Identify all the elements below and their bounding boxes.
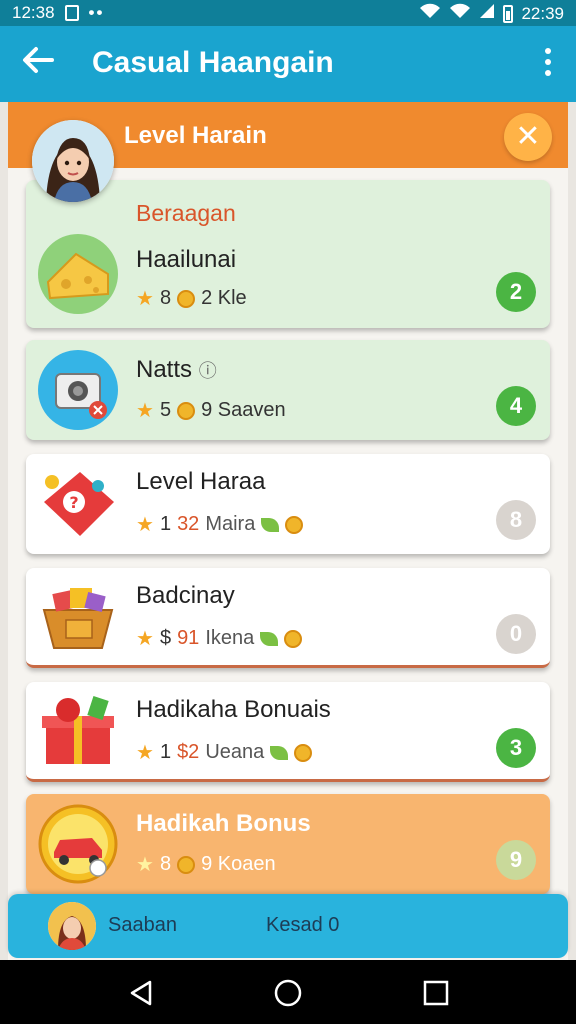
coin-icon [285, 515, 304, 534]
item-meta: ★ 1 $2 Ueana [136, 740, 313, 765]
main-content: Level Harain ✕ Beraagan Haailunai ★ 8 2 … [0, 102, 576, 960]
signal-icon [479, 3, 495, 24]
notification-icon [64, 5, 79, 21]
close-icon: ✕ [515, 120, 541, 153]
cheese-icon [36, 232, 120, 316]
leaf-icon [270, 745, 289, 760]
item-name: Badcinay [136, 582, 235, 609]
panel-title: Level Harain [124, 122, 267, 149]
coin-icon [177, 289, 196, 308]
item-meta: ★ 8 2 Kle [136, 287, 247, 310]
item-name: Natts ⓘ [136, 356, 217, 383]
star-icon: ★ [136, 854, 154, 876]
list-item[interactable]: ? Level Haraa ★ 1 32 Maira 8 [26, 454, 550, 554]
coin-icon [294, 743, 313, 762]
item-name: Hadikaha Bonuais [136, 696, 331, 723]
avatar [32, 120, 114, 202]
coin-icon [284, 629, 303, 648]
gift-box-icon [36, 688, 120, 772]
coin-icon [177, 401, 196, 420]
list-item[interactable]: Hadikaha Bonuais ★ 1 $2 Ueana 3 [26, 682, 550, 782]
count-badge: 9 [496, 840, 536, 880]
camera-icon [36, 348, 120, 432]
item-meta: ★ 1 32 Maira [136, 512, 304, 537]
nav-home-icon[interactable] [273, 978, 303, 1008]
app-bar: Casual Haangain [0, 26, 576, 102]
item-subtitle: Beraagan [136, 200, 236, 226]
wifi-icon [419, 3, 441, 24]
car-coin-icon [36, 802, 120, 886]
item-meta: ★ $ 91 Ikena [136, 626, 303, 651]
wifi-icon-2 [449, 3, 471, 24]
count-badge: 2 [496, 272, 536, 312]
count-badge: 8 [496, 500, 536, 540]
item-name: Hadikah Bonus [136, 810, 311, 837]
bottom-label-left[interactable]: Saaban [108, 914, 177, 937]
count-badge: 0 [496, 614, 536, 654]
star-icon: ★ [136, 288, 154, 310]
item-name: Haailunai [136, 246, 237, 273]
coin-icon [177, 855, 196, 874]
star-icon: ★ [136, 742, 154, 764]
leaf-icon [261, 517, 280, 532]
close-button[interactable]: ✕ [504, 113, 552, 161]
leaf-icon [260, 631, 279, 646]
bottom-bar: Saaban Kesad 0 [8, 894, 568, 958]
status-time-right: 22:39 [521, 3, 564, 23]
star-icon: ★ [136, 628, 154, 650]
gift-card-icon: ? [36, 462, 120, 546]
count-badge: 4 [496, 386, 536, 426]
level-panel: Level Harain ✕ Beraagan Haailunai ★ 8 2 … [8, 102, 568, 960]
status-time-left: 12:38 [12, 3, 55, 22]
battery-icon [503, 4, 514, 23]
nav-back-icon[interactable] [126, 978, 156, 1008]
star-icon: ★ [136, 514, 154, 536]
nav-recents-icon[interactable] [421, 978, 451, 1008]
bottom-label-right[interactable]: Kesad 0 [266, 914, 339, 937]
list-item[interactable]: Badcinay ★ $ 91 Ikena 0 [26, 568, 550, 668]
back-arrow-icon[interactable] [18, 42, 58, 82]
item-name: Level Haraa [136, 468, 266, 495]
count-badge: 3 [496, 728, 536, 768]
app-title: Casual Haangain [92, 46, 334, 79]
user-avatar[interactable] [48, 902, 96, 950]
star-icon: ★ [136, 400, 154, 422]
more-vert-icon[interactable] [536, 48, 560, 76]
status-bar: 12:38 •• 22:39 [0, 0, 576, 26]
list-item[interactable]: Beraagan Haailunai ★ 8 2 Kle 2 [26, 180, 550, 328]
svg-text:?: ? [69, 493, 78, 512]
treasure-basket-icon [36, 574, 120, 658]
more-notifications-icon: •• [88, 3, 105, 22]
list-item[interactable]: Hadikah Bonus ★ 8 9 Koaen 9 [26, 794, 550, 894]
info-icon: ⓘ [198, 361, 217, 381]
item-meta: ★ 5 9 Saaven [136, 399, 286, 422]
system-nav-bar [0, 960, 576, 1024]
list-item[interactable]: Natts ⓘ ★ 5 9 Saaven 4 [26, 340, 550, 440]
item-meta: ★ 8 9 Koaen [136, 853, 276, 876]
